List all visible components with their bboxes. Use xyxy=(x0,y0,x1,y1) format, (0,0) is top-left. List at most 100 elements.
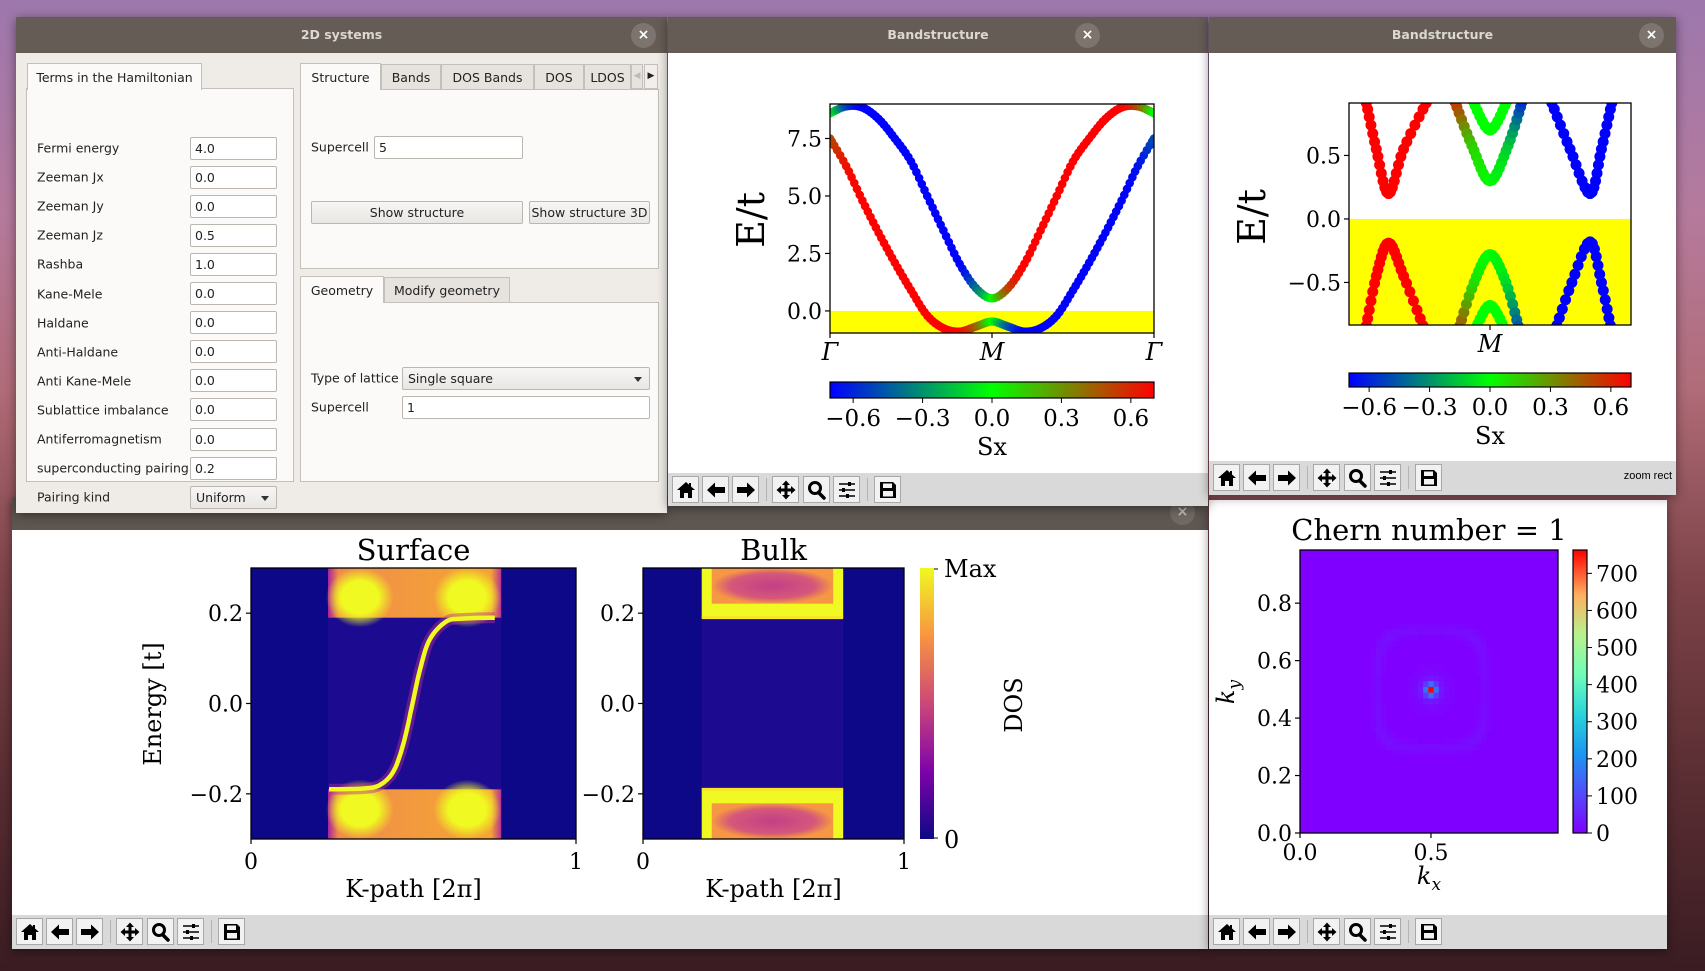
show-structure-3d-button[interactable]: Show structure 3D xyxy=(529,201,650,224)
close-icon[interactable]: × xyxy=(631,23,656,48)
forward-arrow-button[interactable] xyxy=(1273,918,1300,945)
heatmap-cell xyxy=(1396,629,1403,636)
configure-subplots-button[interactable] xyxy=(1374,918,1401,945)
heatmap-cell xyxy=(1475,669,1482,676)
zoom-magnifier-icon xyxy=(1348,468,1367,488)
y-axis-label: Energy [t] xyxy=(139,642,167,766)
zoom-magnifier-button[interactable] xyxy=(147,918,174,945)
y-tick-label: 0.0 xyxy=(208,693,243,718)
close-icon[interactable]: × xyxy=(1639,23,1664,48)
systems-window-titlebar[interactable]: 2D systems xyxy=(16,17,667,53)
tab-geometry[interactable]: Geometry xyxy=(300,276,384,303)
back-arrow-button[interactable] xyxy=(702,476,729,503)
param-input-zeeman-jz[interactable]: 0.5 xyxy=(190,223,277,247)
tab-scroll-left-button[interactable]: ◀ xyxy=(631,64,643,89)
pan-move-button[interactable] xyxy=(772,476,799,503)
configure-subplots-button[interactable] xyxy=(1374,464,1401,491)
param-input-fermi-energy[interactable]: 4.0 xyxy=(190,136,277,160)
heatmap-cell xyxy=(1375,715,1382,722)
lattice-type-select[interactable]: Single square xyxy=(402,367,650,390)
x-tick-label: 0 xyxy=(636,850,650,875)
back-arrow-button[interactable] xyxy=(1243,464,1270,491)
param-input-kane-mele[interactable]: 0.0 xyxy=(190,282,277,305)
back-arrow-button[interactable] xyxy=(1243,918,1270,945)
heatmap-cell xyxy=(1407,743,1414,751)
save-floppy-button[interactable] xyxy=(218,918,245,945)
heatmap-cell xyxy=(1480,657,1487,664)
param-input-zeeman-jy[interactable]: 0.0 xyxy=(190,194,277,218)
zoom-magnifier-button[interactable] xyxy=(1344,918,1371,945)
heatmap-cell xyxy=(1402,749,1408,756)
heatmap-cell xyxy=(1381,657,1387,664)
param-input-anti-kane-mele[interactable]: 0.0 xyxy=(190,369,277,393)
tab-scroll-right-button[interactable]: ▶ xyxy=(644,64,658,89)
tab-ldos[interactable]: LDOS xyxy=(584,64,631,89)
save-floppy-icon xyxy=(879,481,896,498)
forward-arrow-button[interactable] xyxy=(732,476,759,503)
param-input-rashba[interactable]: 1.0 xyxy=(190,252,277,276)
tab-dos[interactable]: DOS xyxy=(534,64,584,89)
heatmap-cell xyxy=(1485,680,1492,687)
heatmap-cell xyxy=(1438,623,1445,630)
pan-move-button[interactable] xyxy=(116,918,143,945)
home-button[interactable] xyxy=(672,476,699,503)
show-structure-button[interactable]: Show structure xyxy=(311,201,523,224)
tab-label: Structure xyxy=(311,69,370,85)
band-zoom-plot-canvas: −0.5 0.0 0.5 M E/t −0.6 −0.3 0.0 0.3 0.6 Sx xyxy=(1209,53,1676,461)
heatmap-cell xyxy=(1428,703,1434,710)
heatmap-cell xyxy=(1470,726,1476,733)
colorbar-tick-label: 0.0 xyxy=(974,406,1011,432)
band-point xyxy=(1505,103,1512,104)
tab-modify-geometry[interactable]: Modify geometry xyxy=(384,277,510,302)
configure-subplots-button[interactable] xyxy=(833,476,860,503)
heatmap-cell xyxy=(1396,743,1403,751)
param-input-antiferromagnetism[interactable]: 0.0 xyxy=(190,427,277,451)
heatmap-cell xyxy=(1438,743,1445,751)
tab-dos-bands[interactable]: DOS Bands xyxy=(441,64,534,89)
pan-move-button[interactable] xyxy=(1313,464,1340,491)
band-point xyxy=(1597,285,1609,297)
forward-arrow-button[interactable] xyxy=(1273,464,1300,491)
bandstructure-titlebar[interactable]: Bandstructure xyxy=(1209,17,1676,53)
param-input-zeeman-jx[interactable]: 0.0 xyxy=(190,165,277,189)
chern-plot-canvas: 0.0 0.2 0.4 0.6 0.8 0.0 0.5 Chern number = 1 kx k… xyxy=(1209,500,1667,915)
param-input-sublattice-imbalance[interactable]: 0.0 xyxy=(190,398,277,422)
heatmap-cell xyxy=(1454,629,1461,636)
home-button[interactable] xyxy=(16,918,43,945)
x-tick-label: Γ xyxy=(821,338,840,366)
y-axis-label: E/t xyxy=(1230,189,1274,245)
tab-bands[interactable]: Bands xyxy=(381,64,441,89)
tab-structure[interactable]: Structure xyxy=(300,63,381,90)
save-floppy-button[interactable] xyxy=(874,476,901,503)
param-input-anti-haldane[interactable]: 0.0 xyxy=(190,340,277,364)
save-floppy-button[interactable] xyxy=(1415,464,1442,491)
home-button[interactable] xyxy=(1213,464,1240,491)
save-floppy-button[interactable] xyxy=(1415,918,1442,945)
forward-arrow-button[interactable] xyxy=(76,918,103,945)
band-point xyxy=(1599,294,1611,306)
back-arrow-button[interactable] xyxy=(46,918,73,945)
gap-region xyxy=(701,617,844,790)
pan-move-button[interactable] xyxy=(1313,918,1340,945)
band-point xyxy=(1450,103,1457,104)
close-icon[interactable]: × xyxy=(1075,23,1100,48)
tab-terms-hamiltonian[interactable]: Terms in the Hamiltonian xyxy=(27,63,202,90)
bandstructure-titlebar[interactable]: Bandstructure xyxy=(668,17,1208,53)
zoom-magnifier-button[interactable] xyxy=(1344,464,1371,491)
zoom-magnifier-button[interactable] xyxy=(803,476,830,503)
configure-subplots-button[interactable] xyxy=(177,918,204,945)
heatmap-cell xyxy=(1438,692,1445,699)
param-input-superconducting-pairing[interactable]: 0.2 xyxy=(190,456,277,480)
heatmap-cell xyxy=(1428,663,1434,670)
heatmap-cell xyxy=(1470,646,1476,653)
toolbar-separator xyxy=(1307,466,1308,489)
heatmap-cell xyxy=(1475,663,1482,670)
heatmap-cell xyxy=(1370,657,1377,664)
param-input-haldane[interactable]: 0.0 xyxy=(190,311,277,335)
pairing-kind-select[interactable]: Uniform xyxy=(190,485,277,509)
heatmap-cell xyxy=(1375,738,1382,745)
geometry-supercell-input[interactable]: 1 xyxy=(402,396,650,419)
y-tick-label: 0.0 xyxy=(1306,208,1341,233)
home-button[interactable] xyxy=(1213,918,1240,945)
supercell-input[interactable]: 5 xyxy=(374,136,523,159)
